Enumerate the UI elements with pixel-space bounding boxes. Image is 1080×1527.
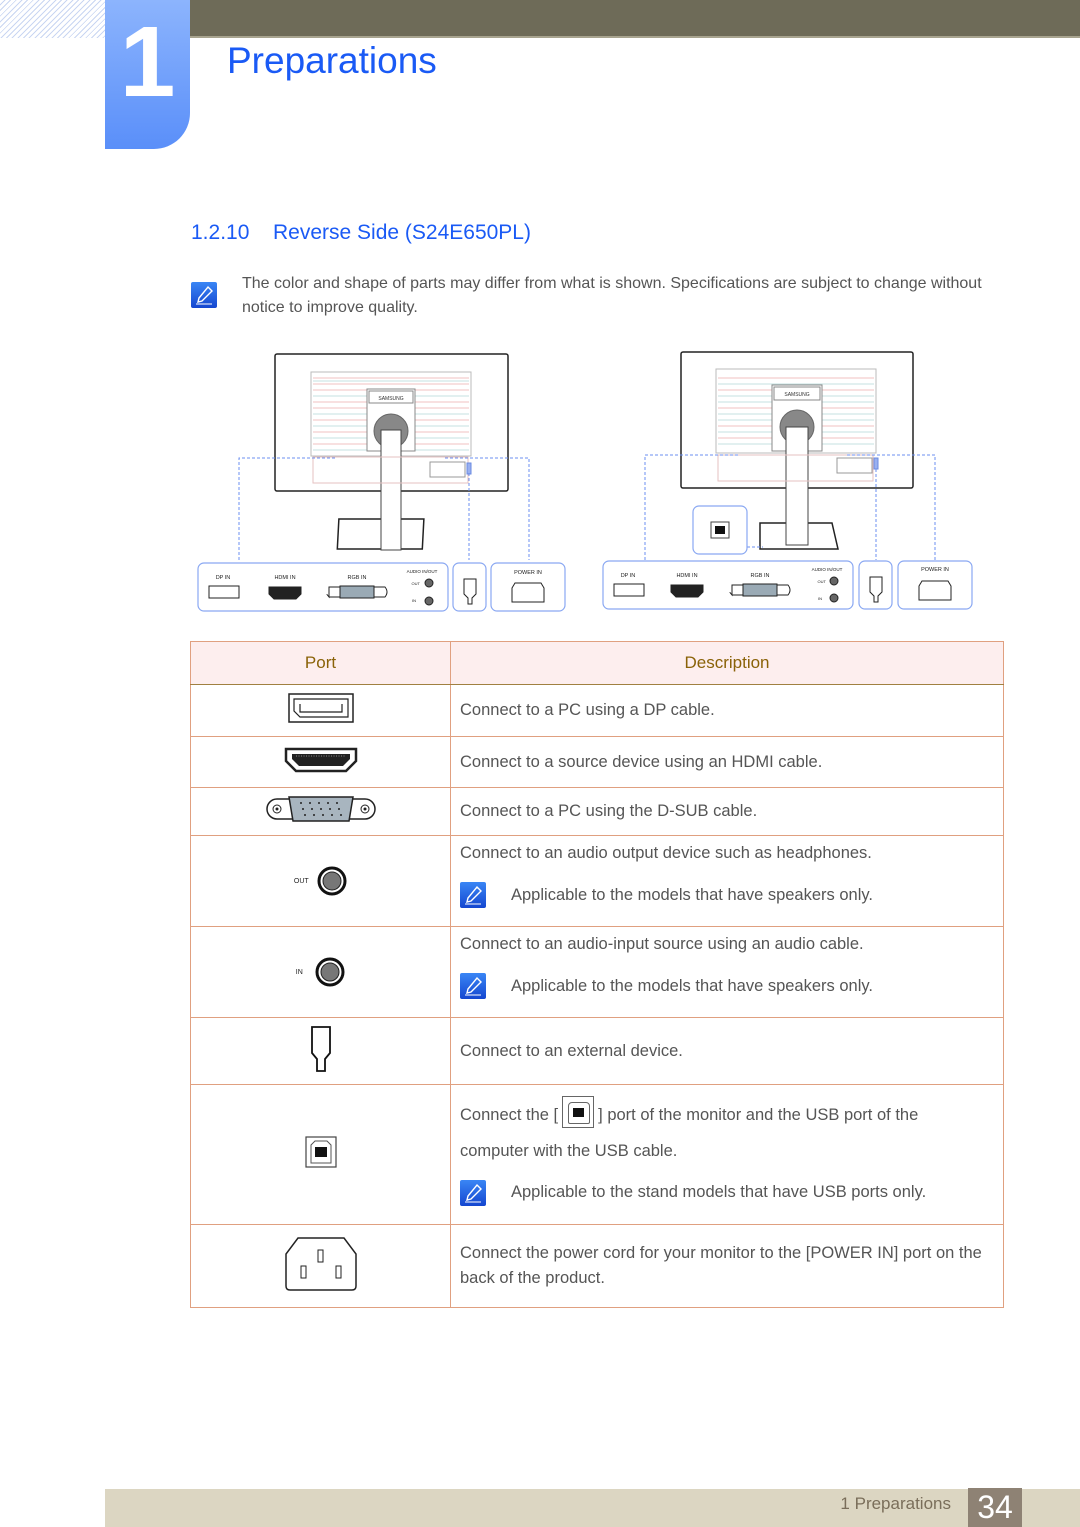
chapter-title: Preparations xyxy=(227,40,437,81)
usb-b-port-icon xyxy=(304,1136,337,1168)
external-device-port-icon xyxy=(869,576,883,603)
header-bar xyxy=(190,0,1080,38)
note-pencil-icon xyxy=(191,282,217,308)
audio-in-out-label: AUDIO IN/OUT xyxy=(407,569,438,574)
row-description: Connect to an audio-input source using a… xyxy=(460,935,864,953)
row-description: Connect to a PC using a DP cable. xyxy=(460,701,715,719)
audio-in-label: IN xyxy=(818,596,822,601)
note-text: Applicable to the models that have speak… xyxy=(511,976,873,995)
dsub-port-icon xyxy=(326,585,388,599)
port-table: Port Description Connect to a PC using a… xyxy=(190,641,1004,1308)
dp-in-label: DP IN xyxy=(216,575,231,581)
displayport-icon xyxy=(613,583,645,597)
monitor-rear-diagram-2: SAMSUNG DP IN HDMI IN RGB IN AUDIO IN/OU… xyxy=(595,345,980,620)
note-pencil-icon xyxy=(460,1179,486,1206)
audio-in-jack-icon xyxy=(315,957,345,987)
note-text: The color and shape of parts may differ … xyxy=(242,275,982,316)
hdmi-port-icon xyxy=(670,584,704,598)
dsub-port-icon xyxy=(729,583,791,597)
port-column-header: Port xyxy=(190,641,451,685)
usb-b-port-icon xyxy=(710,521,730,539)
audio-out-label: OUT xyxy=(818,579,827,584)
row-description-continued: computer with the USB cable. xyxy=(460,1141,678,1160)
power-in-label: POWER IN xyxy=(921,567,949,573)
table-row: Connect to a PC using a DP cable. xyxy=(190,684,1004,737)
section-number: 1.2.10 xyxy=(191,221,250,244)
section-heading: 1.2.10 Reverse Side (S24E650PL) xyxy=(191,221,531,245)
power-in-port-icon xyxy=(511,582,545,603)
table-row: Connect to an external device. xyxy=(190,1017,1004,1085)
displayport-icon xyxy=(287,693,354,723)
hdmi-in-label: HDMI IN xyxy=(274,575,295,581)
displayport-icon xyxy=(208,585,240,599)
row-description: Connect the [] port of the monitor and t… xyxy=(460,1095,1003,1128)
external-device-port-icon xyxy=(463,578,477,605)
page-number: 34 xyxy=(968,1488,1022,1527)
table-row: Connect to a PC using the D-SUB cable. xyxy=(190,787,1004,836)
row-description: Connect to a PC using the D-SUB cable. xyxy=(460,802,758,820)
hdmi-in-label: HDMI IN xyxy=(676,573,697,579)
note-pencil-icon xyxy=(460,973,486,999)
table-row: Connect the power cord for your monitor … xyxy=(190,1224,1004,1308)
speaker-note: Applicable to the models that have speak… xyxy=(460,973,1003,999)
monitor-rear-diagram-1: SAMSUNG DP IN HDMI IN RGB IN AUDIO IN/OU… xyxy=(195,345,575,620)
note-text: Applicable to the stand models that have… xyxy=(511,1183,927,1202)
section-title: Reverse Side (S24E650PL) xyxy=(273,221,531,244)
rgb-in-label: RGB IN xyxy=(348,575,367,581)
audio-out-jack-icon xyxy=(424,578,434,588)
chapter-number: 1 xyxy=(119,6,176,118)
monitor-back xyxy=(274,353,509,551)
audio-in-label: IN xyxy=(295,968,303,976)
power-in-port-icon xyxy=(284,1236,357,1291)
audio-out-jack-icon xyxy=(317,866,347,896)
footer-chapter-label: 1 Preparations xyxy=(840,1494,951,1513)
audio-out-jack-icon xyxy=(829,576,839,586)
usb-b-port-icon xyxy=(562,1095,595,1128)
table-row: IN Connect to an audio-input source usin… xyxy=(190,926,1004,1018)
table-row: Connect to a source device using an HDMI… xyxy=(190,736,1004,788)
header-hatch-decoration xyxy=(0,0,105,38)
rgb-in-label: RGB IN xyxy=(751,573,770,579)
row-description: Connect to a source device using an HDMI… xyxy=(460,752,823,771)
table-header-row: Port Description xyxy=(190,641,1004,685)
audio-in-out-label: AUDIO IN/OUT xyxy=(812,567,843,572)
chapter-tab: 1 xyxy=(105,0,190,149)
note-block xyxy=(191,282,217,308)
audio-out-label: OUT xyxy=(293,877,309,885)
note-pencil-icon xyxy=(460,882,486,908)
hdmi-port-icon xyxy=(284,747,357,772)
table-row: OUT Connect to an audio output device su… xyxy=(190,835,1004,927)
speaker-note: Applicable to the models that have speak… xyxy=(460,882,1003,908)
dsub-port-icon xyxy=(265,796,376,822)
audio-in-jack-icon xyxy=(829,593,839,603)
brand-logo: SAMSUNG xyxy=(784,392,809,398)
dp-in-label: DP IN xyxy=(621,573,636,579)
audio-out-label: OUT xyxy=(412,581,421,586)
row-description: Connect to an external device. xyxy=(460,1041,683,1060)
row-description: Connect the power cord for your monitor … xyxy=(460,1244,982,1287)
power-in-label: POWER IN xyxy=(514,570,542,576)
hdmi-port-icon xyxy=(268,586,302,600)
table-row: Connect the [] port of the monitor and t… xyxy=(190,1084,1004,1225)
power-in-port-icon xyxy=(918,580,952,601)
usb-note: Applicable to the stand models that have… xyxy=(460,1179,1003,1206)
note-text: Applicable to the models that have speak… xyxy=(511,885,873,904)
external-device-port-icon xyxy=(310,1025,331,1072)
audio-in-label: IN xyxy=(412,598,416,603)
row-description: Connect to an audio output device such a… xyxy=(460,844,872,862)
description-column-header: Description xyxy=(450,641,1004,685)
audio-in-jack-icon xyxy=(424,596,434,606)
brand-logo: SAMSUNG xyxy=(378,396,403,402)
